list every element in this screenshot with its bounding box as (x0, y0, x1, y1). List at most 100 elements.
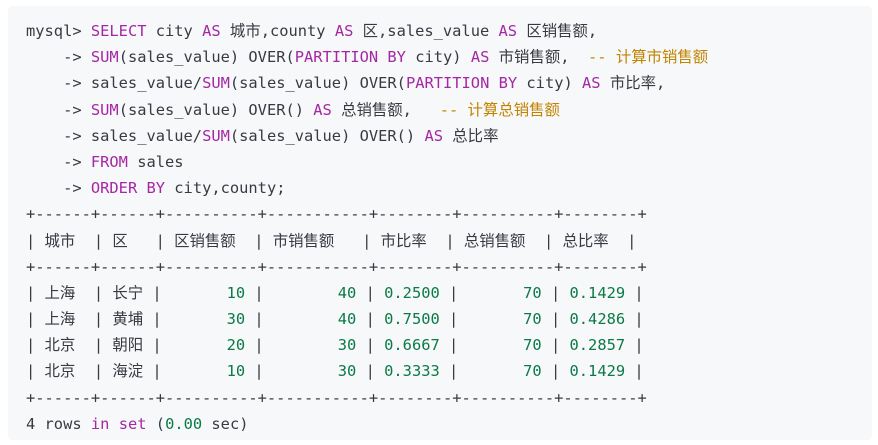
number-literal: 70 (523, 362, 542, 381)
number-literal: 30 (226, 310, 246, 329)
sql-keyword: set (118, 414, 147, 433)
code-text: -> (26, 48, 91, 67)
code-line: -> sales_value/SUM(sales_value) OVER(PAR… (26, 70, 708, 96)
code-text: 市比率, (600, 74, 666, 93)
code-text: | 城市 | 区 | 区销售额 | 市销售额 | 市比率 | 总销售额 | 总比… (26, 231, 637, 250)
sql-keyword: SUM (90, 100, 119, 119)
code-line: +------+------+----------+-----------+--… (26, 385, 708, 411)
code-text: (sales_value) OVER() (229, 126, 425, 145)
code-text: | (541, 283, 570, 302)
sql-keyword: FROM (90, 152, 128, 171)
code-text: city (146, 22, 203, 40)
sql-keyword: SUM (202, 74, 230, 93)
code-text: | (245, 336, 338, 355)
number-literal: 10 (226, 283, 246, 302)
code-text: (sales_value) OVER( (118, 48, 295, 67)
number-literal: 70 (523, 283, 542, 302)
code-text: | 北京 | 海淀 | (26, 362, 227, 381)
code-text: 总比率 (443, 126, 499, 145)
sql-comment: -- 计算总销售额 (439, 100, 560, 119)
code-text: -> sales_value/ (26, 74, 203, 93)
code-block: mysql> SELECT city AS 城市,county AS 区,sal… (8, 6, 872, 440)
code-line: | 城市 | 区 | 区销售额 | 市销售额 | 市比率 | 总销售额 | 总比… (26, 228, 708, 254)
sql-keyword: in (90, 414, 110, 433)
sql-keyword: AS (470, 48, 490, 67)
code-text: city) (405, 48, 471, 67)
code-text: -> (26, 100, 91, 119)
code-text: | (625, 362, 644, 381)
code-line: mysql> SELECT city AS 城市,county AS 区,sal… (26, 18, 708, 44)
code-text: sec) (202, 414, 249, 433)
sql-keyword: PARTITION BY (405, 74, 518, 93)
sql-keyword: AS (313, 100, 332, 119)
sql-keyword: SELECT (90, 22, 147, 40)
code-line: +------+------+----------+-----------+--… (26, 254, 708, 280)
code-text: | (541, 362, 570, 381)
code-text: ( (146, 414, 166, 433)
code-text: 市销售额, (489, 48, 589, 67)
number-literal: 0.1429 (569, 362, 626, 381)
code-text: +------+------+----------+-----------+--… (26, 205, 647, 224)
code-line: | 北京 | 朝阳 | 20 | 30 | 0.6667 | 70 | 0.28… (26, 332, 708, 358)
code-text: (sales_value) OVER( (229, 74, 406, 93)
code-text: city) (517, 74, 583, 93)
number-literal: 0.7500 (384, 310, 440, 329)
sql-keyword: AS (334, 22, 354, 40)
number-literal: 0.4286 (569, 310, 626, 329)
code-text: 区销售额, (517, 22, 598, 40)
code-text: | (245, 310, 338, 329)
number-literal: 0.3333 (384, 362, 440, 381)
sql-keyword: SUM (202, 126, 230, 145)
code-text: | (439, 362, 524, 381)
mysql-session-output[interactable]: mysql> SELECT city AS 城市,county AS 区,sal… (26, 18, 708, 437)
code-text: 4 rows (26, 414, 91, 433)
number-literal: 30 (337, 336, 357, 355)
number-literal: 40 (337, 310, 357, 329)
sql-keyword: AS (202, 22, 221, 40)
code-text: 区,sales_value (353, 22, 499, 40)
code-line: -> SUM(sales_value) OVER(PARTITION BY ci… (26, 44, 708, 70)
sql-keyword: PARTITION BY (294, 48, 406, 67)
code-text: mysql> (26, 22, 91, 40)
number-literal: 70 (523, 310, 542, 329)
code-text: 城市,county (220, 22, 335, 40)
code-text: | (625, 283, 644, 302)
code-text: -> sales_value/ (26, 126, 203, 145)
number-literal: 30 (337, 362, 357, 381)
code-text: | 北京 | 朝阳 | (26, 336, 227, 355)
number-literal: 0.2500 (384, 283, 440, 302)
code-text: | (439, 336, 524, 355)
code-line: -> ORDER BY city,county; (26, 175, 708, 201)
code-text: | (625, 336, 644, 355)
code-line: | 北京 | 海淀 | 10 | 30 | 0.3333 | 70 | 0.14… (26, 358, 708, 384)
code-line: -> FROM sales (26, 149, 708, 175)
code-text: | (356, 362, 385, 381)
code-text: -> (26, 179, 91, 198)
code-line: 4 rows in set (0.00 sec) (26, 411, 708, 437)
sql-keyword: ORDER BY (90, 179, 166, 198)
code-text: | (356, 336, 385, 355)
code-text: | (245, 283, 338, 302)
number-literal: 0.00 (165, 414, 203, 433)
code-text: | (245, 362, 338, 381)
number-literal: 10 (226, 362, 246, 381)
number-literal: 40 (337, 283, 357, 302)
sql-keyword: SUM (90, 48, 119, 67)
code-text: 总销售额, (331, 100, 440, 119)
number-literal: 20 (226, 336, 246, 355)
code-text: | (356, 283, 385, 302)
code-text: | (439, 310, 524, 329)
number-literal: 0.1429 (569, 283, 626, 302)
code-text: | 上海 | 黄埔 | (26, 310, 227, 329)
code-line: | 上海 | 黄埔 | 30 | 40 | 0.7500 | 70 | 0.42… (26, 306, 708, 332)
number-literal: 0.6667 (384, 336, 440, 355)
number-literal: 0.2857 (569, 336, 626, 355)
sql-comment: -- 计算市销售额 (588, 48, 709, 67)
code-text: | 上海 | 长宁 | (26, 283, 227, 302)
code-text: city,county; (165, 179, 286, 198)
sql-keyword: AS (582, 74, 601, 93)
code-line: | 上海 | 长宁 | 10 | 40 | 0.2500 | 70 | 0.14… (26, 280, 708, 306)
code-line: -> SUM(sales_value) OVER() AS 总销售额, -- 计… (26, 97, 708, 123)
code-text: | (356, 310, 385, 329)
sql-keyword: AS (424, 126, 444, 145)
